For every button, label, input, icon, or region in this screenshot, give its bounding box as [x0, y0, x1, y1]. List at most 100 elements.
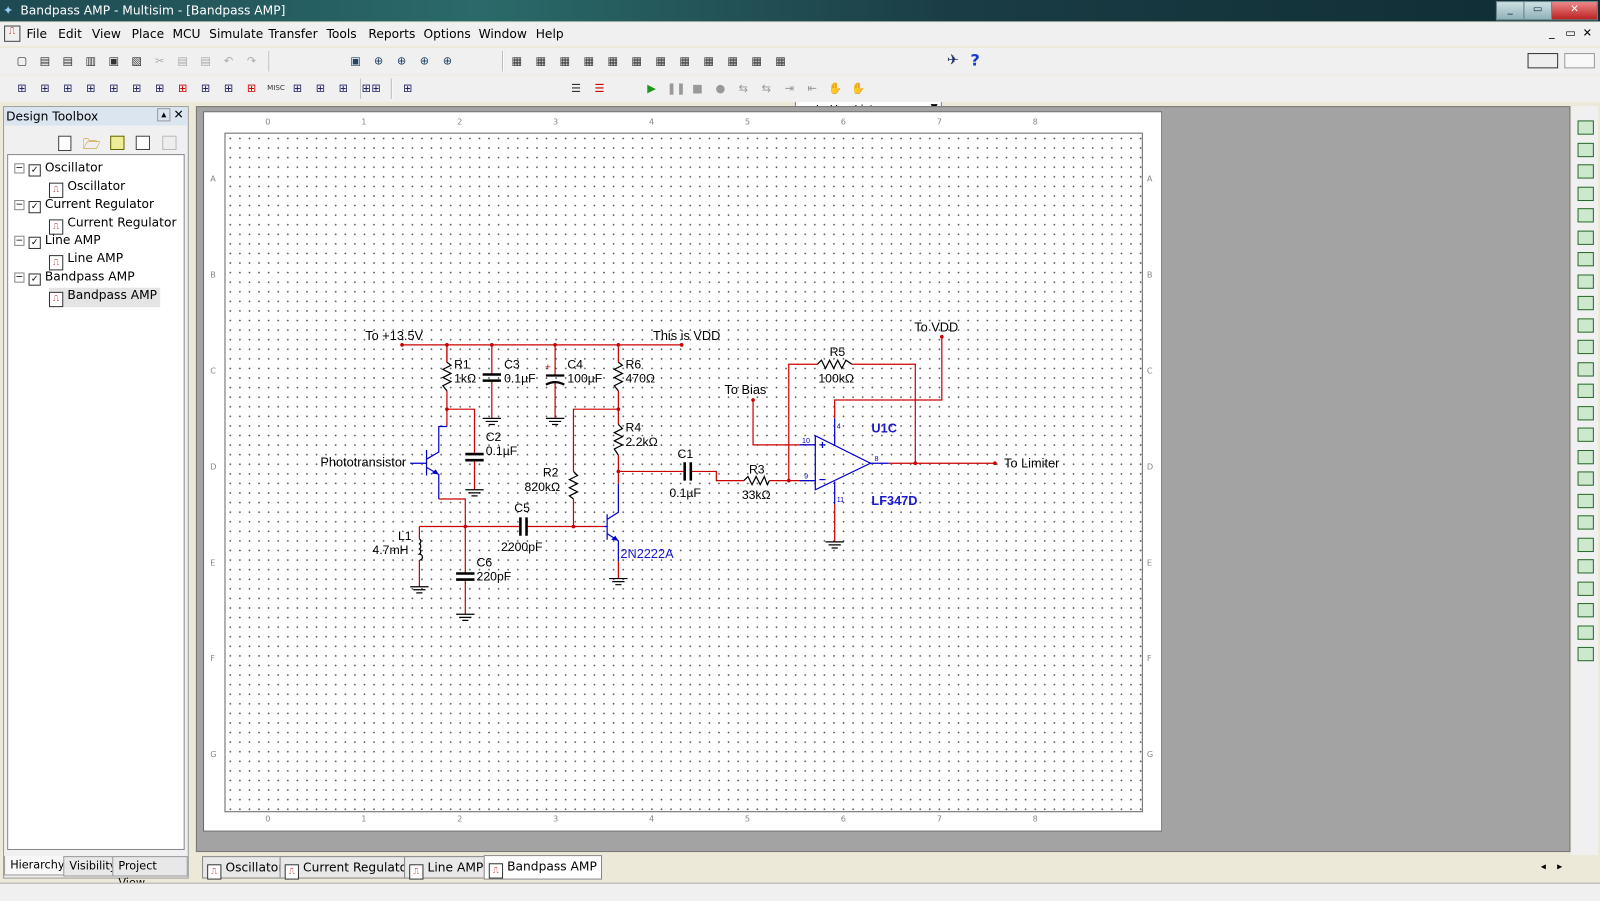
u1-model: LF347D — [871, 493, 917, 508]
phototransistor — [410, 425, 447, 499]
tab-current-regulator[interactable]: ⎍ Current Regulator — [279, 856, 418, 880]
label-to-bias: To Bias — [724, 382, 766, 397]
wire-r2-top — [572, 408, 619, 472]
tab-oscillator[interactable]: ⎍ Oscillator — [202, 856, 289, 880]
pin-vminus: 11 — [837, 496, 844, 504]
c6-value: 220pF — [477, 570, 512, 584]
instrument-icon[interactable] — [1577, 383, 1594, 398]
resistor-r4 — [612, 424, 624, 456]
instrument-icon[interactable] — [1577, 646, 1594, 662]
label-vdd-note: This is VDD — [653, 328, 720, 343]
instrument-icon[interactable] — [1577, 295, 1594, 311]
junction — [913, 461, 918, 466]
transistor-2n2222a — [604, 483, 619, 562]
instrument-icon[interactable] — [1577, 537, 1594, 552]
capacitor-c2 — [465, 452, 484, 462]
pin-minus: 9 — [804, 473, 808, 481]
instrument-icon[interactable] — [1577, 471, 1594, 486]
q-model: 2N2222A — [620, 546, 674, 561]
instrument-icon[interactable] — [1577, 230, 1594, 245]
r4-ref: R4 — [626, 421, 642, 435]
instrument-icon[interactable] — [1577, 603, 1594, 618]
c3-value: 0.1µF — [504, 372, 536, 386]
r5-ref: R5 — [830, 345, 846, 359]
junction — [463, 524, 468, 529]
junction — [616, 343, 621, 347]
panel-tab-hierarchy[interactable]: Hierarchy — [4, 856, 71, 876]
instrument-icon[interactable] — [1577, 559, 1594, 574]
toggle-view-button[interactable] — [1527, 53, 1559, 69]
scroll-left-button[interactable]: ◂ — [1541, 861, 1546, 872]
c3-ref: C3 — [504, 357, 520, 371]
junction — [445, 343, 449, 347]
scroll-right-button[interactable]: ▸ — [1557, 861, 1562, 872]
instrument-icon[interactable] — [1577, 449, 1594, 464]
r1-value: 1kΩ — [454, 372, 476, 386]
r1-ref: R1 — [454, 357, 470, 371]
junction — [993, 461, 997, 466]
opamp-plus-sign — [819, 441, 826, 448]
r6-ref: R6 — [626, 357, 642, 371]
instrument-icon[interactable] — [1577, 493, 1594, 508]
junction — [679, 343, 684, 347]
junction — [939, 334, 944, 339]
child-restore-button[interactable]: ▭ — [1565, 27, 1576, 40]
u1-ref: U1C — [871, 421, 897, 436]
minimize-button[interactable]: _ — [1495, 1, 1525, 21]
child-close-button[interactable]: ✕ — [1583, 27, 1592, 40]
instrument-icon[interactable] — [1577, 339, 1594, 355]
tab-label: Oscillator — [225, 860, 284, 875]
resistor-r1 — [441, 361, 453, 392]
capacitor-c6 — [456, 572, 475, 581]
instrument-icon[interactable] — [1577, 208, 1594, 223]
sheet-tabs: ⎍ Oscillator ⎍ Current Regulator ⎍ Line AMP ⎍ B… — [195, 855, 1600, 880]
capacitor-c3 — [482, 373, 502, 382]
instrument-icon[interactable] — [1577, 427, 1594, 442]
l1-value: 4.7mH — [372, 543, 408, 557]
status-bar — [0, 882, 1600, 901]
junction — [400, 343, 404, 347]
instrument-icon[interactable] — [1577, 120, 1594, 135]
junction — [751, 398, 755, 402]
junction — [616, 469, 621, 474]
maximize-button[interactable]: ▭ — [1523, 1, 1553, 21]
instrument-icon[interactable] — [1577, 186, 1594, 201]
resistor-r3 — [743, 474, 770, 487]
junction — [616, 407, 621, 412]
instrument-icon[interactable] — [1577, 361, 1594, 377]
c2-value: 0.1µF — [486, 444, 518, 458]
instrument-icon[interactable] — [1577, 317, 1594, 333]
c5-value: 2200pF — [501, 540, 542, 554]
c2-ref: C2 — [486, 430, 502, 444]
resistor-r2 — [568, 470, 579, 500]
pin-plus: 10 — [802, 437, 810, 445]
phototransistor-arrow — [431, 469, 439, 475]
instrument-icon[interactable] — [1577, 142, 1594, 157]
tab-line-amp[interactable]: ⎍ Line AMP — [404, 856, 489, 880]
capacitor-c5 — [519, 517, 528, 536]
instrument-icon[interactable] — [1577, 252, 1594, 267]
instrument-icon[interactable] — [1577, 515, 1594, 530]
r3-value: 33kΩ — [742, 488, 771, 502]
schematic-circuit[interactable]: + To +13.5V This is VDD To VDD To Bias T… — [2, 2, 1165, 839]
tab-label: Current Regulator — [303, 860, 413, 875]
instrument-icon[interactable] — [1577, 581, 1594, 596]
c4-polarity: + — [545, 362, 551, 373]
instrument-icon[interactable] — [1577, 164, 1594, 179]
wire-feedback-out — [852, 363, 916, 464]
pin-out: 8 — [874, 455, 878, 463]
instrument-icon[interactable] — [1577, 624, 1594, 640]
label-to-limiter: To Limiter — [1004, 455, 1060, 470]
wire-emitter-node — [438, 498, 466, 574]
panel-tab-project-view[interactable]: Project View — [112, 856, 188, 890]
instrument-icon[interactable] — [1577, 273, 1594, 289]
opamp-u1c — [814, 434, 872, 491]
r5-value: 100kΩ — [818, 372, 854, 386]
schematic-document-icon: ⎍ — [488, 863, 504, 879]
junction — [786, 478, 791, 483]
tab-bandpass-amp[interactable]: ⎍ Bandpass AMP — [483, 855, 602, 880]
toggle-view-button-2[interactable] — [1564, 53, 1595, 69]
close-button[interactable]: ✕ — [1551, 1, 1598, 21]
instrument-icon[interactable] — [1577, 405, 1594, 420]
child-minimize-button[interactable]: _ — [1549, 27, 1555, 40]
